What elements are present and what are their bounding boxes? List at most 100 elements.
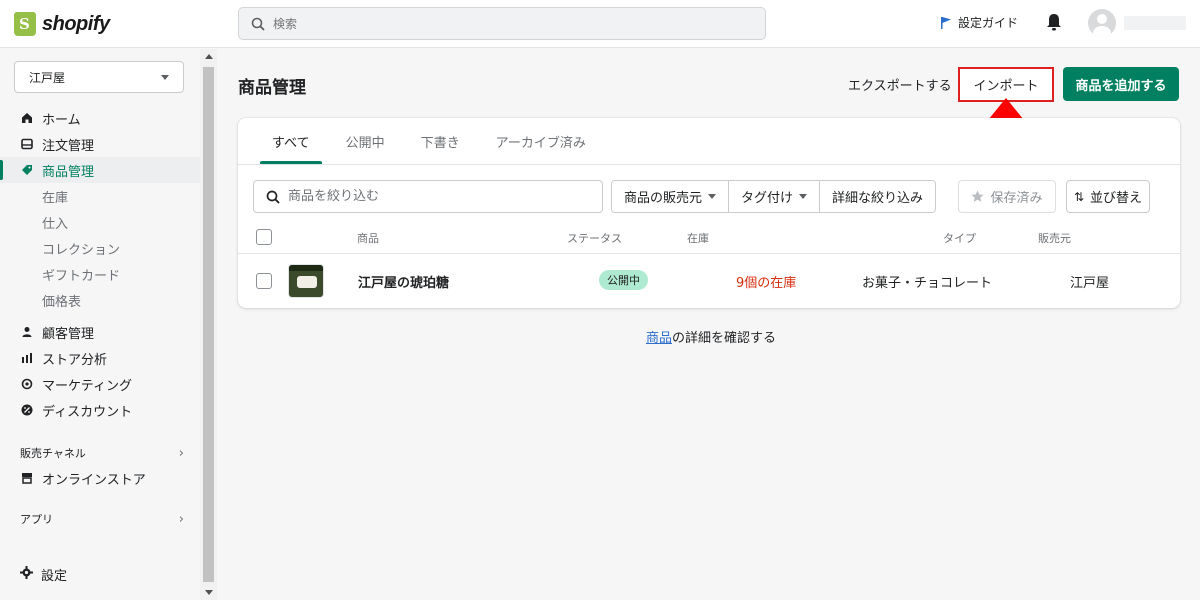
add-product-button[interactable]: 商品を追加する [1063,67,1179,101]
settings-label: 設定 [41,569,68,584]
learn-more-suffix: の詳細を確認する [672,331,777,346]
store-icon [20,472,34,484]
shopping-bag-icon [14,12,36,36]
tagged-filter-label: タグ付け [741,191,794,206]
user-avatar[interactable] [1088,9,1116,37]
row-checkbox[interactable] [256,273,272,289]
sidebar-item-settings[interactable]: 設定 [20,565,67,584]
column-header-inventory[interactable]: 在庫 [687,230,709,246]
scroll-thumb[interactable] [203,67,214,582]
sort-label: 並び替え [1090,191,1143,206]
sidebar-item-label: 注文管理 [42,138,95,154]
logo-text: shopify [42,12,110,35]
sidebar-item-label: オンラインストア [42,472,146,488]
sidebar-item-label: ホーム [42,112,81,128]
column-header-vendor[interactable]: 販売元 [1038,230,1071,246]
import-button[interactable]: インポート [958,67,1054,102]
select-all-checkbox[interactable] [256,229,272,245]
sidebar-item-marketing[interactable]: マーケティング [0,371,200,397]
inventory-value: 9個の在庫 [736,276,797,291]
vendor-filter-label: 商品の販売元 [624,191,703,206]
bell-icon[interactable] [1045,12,1063,32]
sidebar-item-analytics[interactable]: ストア分析 [0,345,200,371]
store-name: 江戸屋 [29,70,66,85]
product-name[interactable]: 江戸屋の琥珀糖 [358,272,449,291]
search-icon [266,190,280,204]
vendor-value: 江戸屋 [1070,276,1110,291]
product-filter-field[interactable] [253,180,603,213]
gear-icon [20,566,33,583]
table-row[interactable]: 江戸屋の琥珀糖 公開中 9個の在庫 お菓子・チョコレート 江戸屋 [238,254,1180,308]
sidebar-item-discounts[interactable]: ディスカウント [0,397,200,423]
sidebar-subitem-transfers[interactable]: 仕入 [0,209,200,235]
search-input[interactable] [273,16,733,31]
tab-active[interactable]: 公開中 [328,118,403,164]
sidebar: 江戸屋 ホーム 注文管理 商品管理 在庫 仕入 コレクション ギフトカード 価格… [0,49,200,600]
vendor-filter-button[interactable]: 商品の販売元 [612,181,730,212]
scroll-up-arrow-icon[interactable] [205,54,213,59]
sales-channels-section[interactable]: 販売チャネル › [20,445,184,461]
flag-icon [941,17,951,29]
sidebar-nav: ホーム 注文管理 商品管理 在庫 仕入 コレクション ギフトカード 価格表 顧客… [0,105,200,423]
saved-button[interactable]: 保存済み [958,180,1056,213]
apps-label: アプリ [20,513,53,526]
sidebar-item-orders[interactable]: 注文管理 [0,131,200,157]
tag-icon [20,164,34,176]
caret-down-icon [708,194,717,199]
product-filter-input[interactable] [288,189,588,204]
product-thumbnail[interactable] [288,264,324,298]
sidebar-subitem-price-lists[interactable]: 価格表 [0,287,200,313]
inbox-icon [20,138,34,150]
setup-guide-link[interactable]: 設定ガイド [940,14,1018,31]
tabs: すべて 公開中 下書き アーカイブ済み [254,118,604,164]
learn-more-link[interactable]: 商品 [646,331,672,346]
status-badge: 公開中 [599,270,648,290]
star-icon [971,190,985,202]
sidebar-subitem-gift-cards[interactable]: ギフトカード [0,261,200,287]
tagged-filter-button[interactable]: タグ付け [729,181,821,212]
sort-button[interactable]: ⇅ 並び替え [1066,180,1150,213]
export-button[interactable]: エクスポートする [838,68,962,100]
home-icon [20,112,34,124]
sidebar-item-label: ストア分析 [42,352,108,368]
search-bar[interactable] [238,7,766,40]
table-header: 商品 ステータス 在庫 タイプ 販売元 [238,220,1180,254]
chevron-down-icon [161,74,169,80]
sidebar-subitem-inventory[interactable]: 在庫 [0,183,200,209]
tab-draft[interactable]: 下書き [403,118,478,164]
sidebar-item-products[interactable]: 商品管理 [0,157,200,183]
sidebar-item-home[interactable]: ホーム [0,105,200,131]
saved-label: 保存済み [990,191,1043,206]
store-selector[interactable]: 江戸屋 [14,61,184,93]
sidebar-scrollbar[interactable] [200,49,217,600]
column-header-status[interactable]: ステータス [567,230,622,246]
scroll-down-arrow-icon[interactable] [205,590,213,595]
product-type-value: お菓子・チョコレート [862,276,993,291]
top-bar: shopify 設定ガイド [0,0,1200,48]
more-filters-label: 詳細な絞り込み [832,191,924,206]
column-header-type[interactable]: タイプ [943,230,976,246]
sales-channels-label: 販売チャネル [20,447,86,460]
page-title: 商品管理 [238,78,306,98]
tab-all[interactable]: すべて [254,118,328,164]
more-filters-button[interactable]: 詳細な絞り込み [820,181,936,212]
learn-more-text: 商品の詳細を確認する [0,327,1200,346]
sort-arrows-icon: ⇅ [1073,189,1085,204]
target-icon [20,378,34,390]
sidebar-item-label: マーケティング [42,378,132,394]
products-card: すべて 公開中 下書き アーカイブ済み 商品の販売元 タグ付け 詳細な絞り込み … [238,118,1180,308]
sidebar-subitem-collections[interactable]: コレクション [0,235,200,261]
sidebar-item-label: ディスカウント [42,404,133,420]
search-icon [251,17,265,31]
bar-chart-icon [20,352,34,364]
tabs-divider [238,164,1180,165]
sidebar-item-online-store[interactable]: オンラインストア [0,465,200,491]
shopify-logo[interactable]: shopify [14,12,110,36]
filter-button-group: 商品の販売元 タグ付け 詳細な絞り込み [611,180,937,213]
apps-section[interactable]: アプリ › [20,511,184,527]
user-name-placeholder[interactable] [1124,16,1186,30]
tab-archived[interactable]: アーカイブ済み [478,118,604,164]
column-header-product[interactable]: 商品 [357,230,379,246]
setup-guide-label: 設定ガイド [958,16,1019,30]
caret-down-icon [799,194,808,199]
